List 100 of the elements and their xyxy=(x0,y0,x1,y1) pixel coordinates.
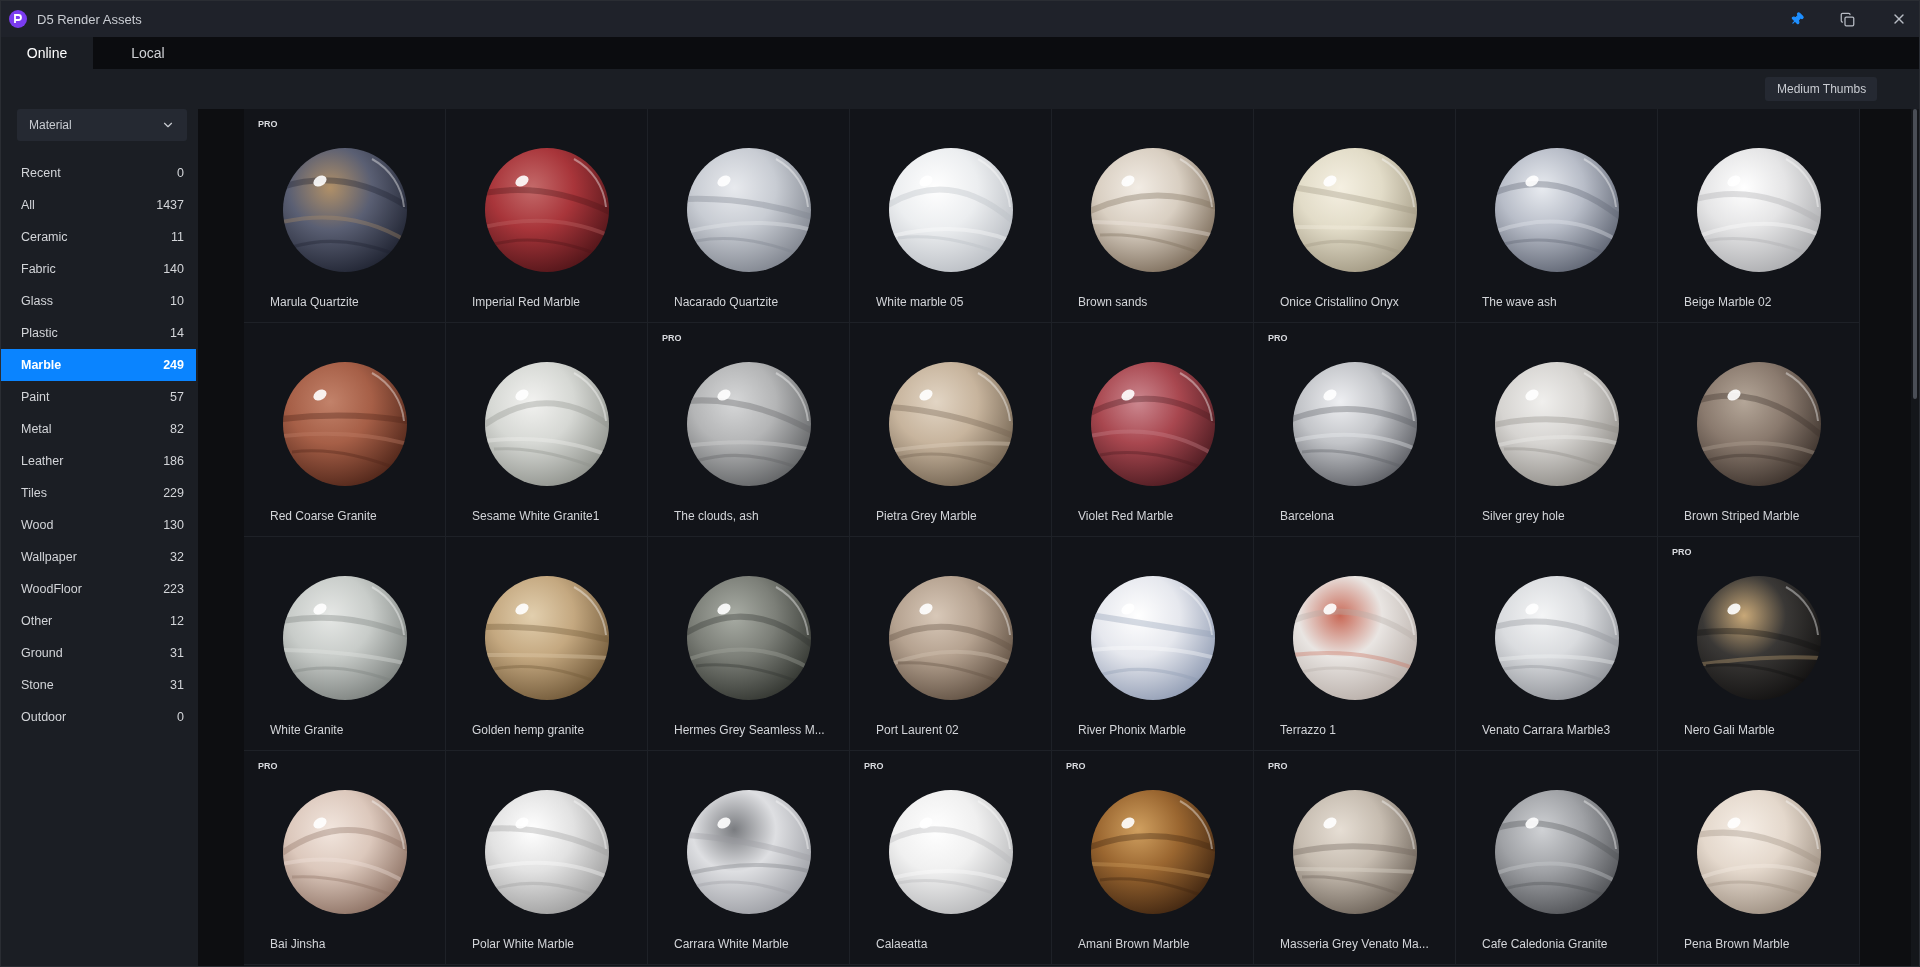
category-count: 130 xyxy=(163,518,184,532)
asset-name: Carrara White Marble xyxy=(674,937,789,951)
category-name: Paint xyxy=(21,390,50,404)
category-item[interactable]: WoodFloor 223 xyxy=(1,573,196,605)
category-item[interactable]: Wallpaper 32 xyxy=(1,541,196,573)
asset-card[interactable]: White Granite xyxy=(244,537,446,751)
asset-card[interactable]: PRO Barcelona xyxy=(1254,323,1456,537)
category-dropdown[interactable]: Material xyxy=(17,109,187,141)
category-count: 12 xyxy=(170,614,184,628)
asset-card[interactable]: White marble 05 xyxy=(850,109,1052,323)
asset-card[interactable]: Cafe Caledonia Granite xyxy=(1456,751,1658,965)
tab[interactable]: Online xyxy=(1,37,93,69)
asset-card[interactable]: Imperial Red Marble xyxy=(446,109,648,323)
category-item[interactable]: Tiles 229 xyxy=(1,477,196,509)
category-count: 223 xyxy=(163,582,184,596)
category-item[interactable]: All 1437 xyxy=(1,189,196,221)
category-name: Leather xyxy=(21,454,64,468)
asset-card[interactable]: Venato Carrara Marble3 xyxy=(1456,537,1658,751)
category-item[interactable]: Ceramic 11 xyxy=(1,221,196,253)
category-name: Plastic xyxy=(21,326,58,340)
asset-name: White marble 05 xyxy=(876,295,964,309)
asset-name: Sesame White Granite1 xyxy=(472,509,600,523)
category-name: Marble xyxy=(21,358,62,372)
asset-name: Amani Brown Marble xyxy=(1078,937,1190,951)
asset-name: Calaeatta xyxy=(876,937,928,951)
category-count: 0 xyxy=(177,710,184,724)
category-name: Glass xyxy=(21,294,53,308)
category-item[interactable]: Paint 57 xyxy=(1,381,196,413)
asset-card[interactable]: The wave ash xyxy=(1456,109,1658,323)
asset-card[interactable]: Brown sands xyxy=(1052,109,1254,323)
asset-card[interactable]: Beige Marble 02 xyxy=(1658,109,1860,323)
category-count: 229 xyxy=(163,486,184,500)
asset-card[interactable]: PRO Calaeatta xyxy=(850,751,1052,965)
category-name: Tiles xyxy=(21,486,47,500)
asset-card[interactable]: PRO Nero Gali Marble xyxy=(1658,537,1860,751)
asset-name: River Phonix Marble xyxy=(1078,723,1187,737)
category-count: 249 xyxy=(163,358,184,372)
category-item[interactable]: Metal 82 xyxy=(1,413,196,445)
category-item[interactable]: Recent 0 xyxy=(1,157,196,189)
category-count: 11 xyxy=(171,230,184,244)
category-name: Metal xyxy=(21,422,52,436)
asset-name: Port Laurent 02 xyxy=(876,723,959,737)
asset-name: Beige Marble 02 xyxy=(1684,295,1772,309)
category-name: WoodFloor xyxy=(21,582,82,596)
tab[interactable]: Local xyxy=(93,37,203,69)
asset-card[interactable]: Red Coarse Granite xyxy=(244,323,446,537)
category-item[interactable]: Outdoor 0 xyxy=(1,701,196,733)
asset-card[interactable]: Nacarado Quartzite xyxy=(648,109,850,323)
asset-name: Venato Carrara Marble3 xyxy=(1482,723,1611,737)
category-count: 82 xyxy=(170,422,184,436)
pro-label: PRO xyxy=(258,119,278,129)
pro-label: PRO xyxy=(1268,761,1288,771)
asset-card[interactable]: Onice Cristallino Onyx xyxy=(1254,109,1456,323)
asset-card[interactable]: PRO Bai Jinsha xyxy=(244,751,446,965)
asset-card[interactable]: PRO Marula Quartzite xyxy=(244,109,446,323)
category-item[interactable]: Fabric 140 xyxy=(1,253,196,285)
asset-card[interactable]: Pietra Grey Marble xyxy=(850,323,1052,537)
category-item[interactable]: Other 12 xyxy=(1,605,196,637)
category-item[interactable]: Wood 130 xyxy=(1,509,196,541)
category-count: 10 xyxy=(170,294,184,308)
category-item[interactable]: Leather 186 xyxy=(1,445,196,477)
asset-card[interactable]: Carrara White Marble xyxy=(648,751,850,965)
asset-card[interactable]: PRO The clouds, ash xyxy=(648,323,850,537)
asset-card[interactable]: Silver grey hole xyxy=(1456,323,1658,537)
category-item[interactable]: Stone 31 xyxy=(1,669,196,701)
pro-label: PRO xyxy=(1066,761,1086,771)
pro-label: PRO xyxy=(258,761,278,771)
asset-card[interactable]: PRO Masseria Grey Venato Ma... xyxy=(1254,751,1456,965)
asset-card[interactable]: Polar White Marble xyxy=(446,751,648,965)
pro-label: PRO xyxy=(662,333,682,343)
category-name: Ground xyxy=(21,646,63,660)
asset-name: Violet Red Marble xyxy=(1078,509,1174,523)
asset-card[interactable]: PRO Amani Brown Marble xyxy=(1052,751,1254,965)
asset-card[interactable]: Violet Red Marble xyxy=(1052,323,1254,537)
asset-name: The wave ash xyxy=(1482,295,1557,309)
asset-card[interactable]: Sesame White Granite1 xyxy=(446,323,648,537)
asset-name: Masseria Grey Venato Ma... xyxy=(1280,937,1429,951)
asset-name: Onice Cristallino Onyx xyxy=(1280,295,1399,309)
asset-card[interactable]: Terrazzo 1 xyxy=(1254,537,1456,751)
category-count: 186 xyxy=(163,454,184,468)
asset-card[interactable]: Brown Striped Marble xyxy=(1658,323,1860,537)
asset-name: Terrazzo 1 xyxy=(1280,723,1337,737)
asset-card[interactable]: Hermes Grey Seamless M... xyxy=(648,537,850,751)
asset-name: Pietra Grey Marble xyxy=(876,509,977,523)
scrollbar-thumb[interactable] xyxy=(1913,109,1917,399)
asset-card[interactable]: River Phonix Marble xyxy=(1052,537,1254,751)
category-item[interactable]: Glass 10 xyxy=(1,285,196,317)
asset-name: Brown sands xyxy=(1078,295,1148,309)
asset-card[interactable]: Port Laurent 02 xyxy=(850,537,1052,751)
asset-name: Red Coarse Granite xyxy=(270,509,377,523)
thumb-size-dropdown[interactable]: Medium Thumbs xyxy=(1765,77,1877,101)
asset-card[interactable]: Pena Brown Marble xyxy=(1658,751,1860,965)
category-name: Outdoor xyxy=(21,710,67,724)
asset-card[interactable]: Golden hemp granite xyxy=(446,537,648,751)
asset-name: Pena Brown Marble xyxy=(1684,937,1790,951)
category-item[interactable]: Marble 249 xyxy=(1,349,196,381)
category-item[interactable]: Plastic 14 xyxy=(1,317,196,349)
asset-name: Imperial Red Marble xyxy=(472,295,581,309)
category-item[interactable]: Ground 31 xyxy=(1,637,196,669)
category-name: Recent xyxy=(21,166,61,180)
